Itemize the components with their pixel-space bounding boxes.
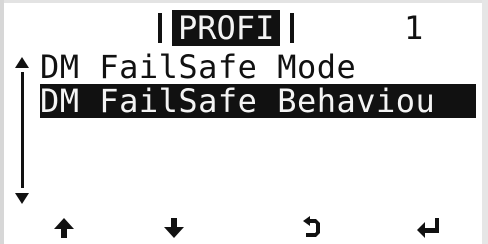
- scroll-down-arrow-icon: [15, 193, 29, 204]
- bezel-top: [0, 0, 488, 3]
- arrow-up-icon: [54, 218, 74, 238]
- softkey-enter[interactable]: [408, 214, 448, 242]
- header-divider-left: [158, 13, 162, 43]
- header-divider-right: [290, 13, 295, 43]
- menu-item-failsafe-behaviour[interactable]: DM FailSafe Behaviou: [40, 84, 476, 118]
- softkey-back[interactable]: [292, 214, 332, 242]
- lcd-screen: PROFI 1 DM FailSafe Mode DM FailSafe Beh…: [0, 0, 488, 244]
- softkey-up[interactable]: [44, 214, 84, 242]
- scroll-up-arrow-icon: [15, 57, 29, 68]
- softkey-down[interactable]: [154, 214, 194, 242]
- enter-icon: [417, 218, 439, 238]
- back-icon: [303, 216, 320, 237]
- scrollbar: [12, 56, 32, 206]
- menu-item-failsafe-mode[interactable]: DM FailSafe Mode: [40, 50, 356, 84]
- bezel-right: [482, 0, 488, 244]
- scroll-track: [21, 72, 24, 188]
- arrow-down-icon: [164, 218, 184, 238]
- header: PROFI: [148, 8, 304, 48]
- page-number: 1: [404, 9, 424, 47]
- bezel-left: [0, 0, 4, 244]
- menu-title: PROFI: [172, 10, 281, 46]
